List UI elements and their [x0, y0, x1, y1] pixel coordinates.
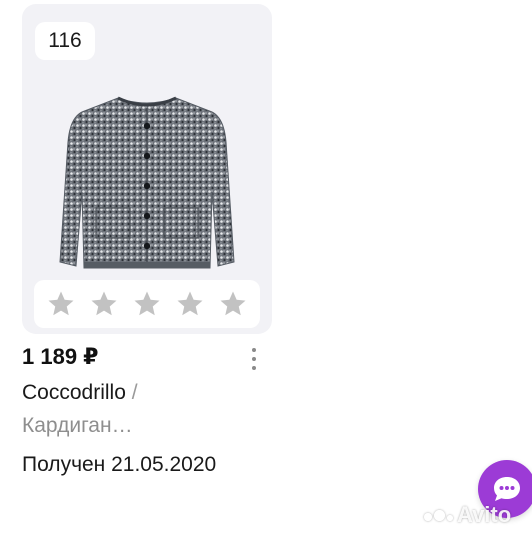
order-status: Получен 21.05.2020	[22, 453, 217, 476]
product-card[interactable]: 116	[22, 4, 272, 334]
chat-bubble-icon	[494, 477, 520, 501]
brand-name: Coccodrillo	[22, 381, 126, 404]
star-icon[interactable]	[175, 289, 205, 319]
product-title[interactable]: Кардиган…	[22, 414, 133, 438]
star-icon[interactable]	[218, 289, 248, 319]
avito-watermark: Avito	[424, 502, 511, 528]
avito-logo-icon	[424, 509, 453, 521]
star-icon[interactable]	[89, 289, 119, 319]
star-icon[interactable]	[132, 289, 162, 319]
size-badge: 116	[35, 22, 95, 60]
brand-link[interactable]: Coccodrillo /	[22, 381, 138, 405]
more-vertical-icon[interactable]	[243, 346, 265, 372]
brand-separator: /	[131, 381, 138, 404]
watermark-text: Avito	[457, 502, 512, 527]
star-icon[interactable]	[46, 289, 76, 319]
price: 1 189 ₽	[22, 344, 99, 369]
rating-stars[interactable]	[34, 280, 260, 328]
cardigan-photo[interactable]	[22, 82, 272, 282]
